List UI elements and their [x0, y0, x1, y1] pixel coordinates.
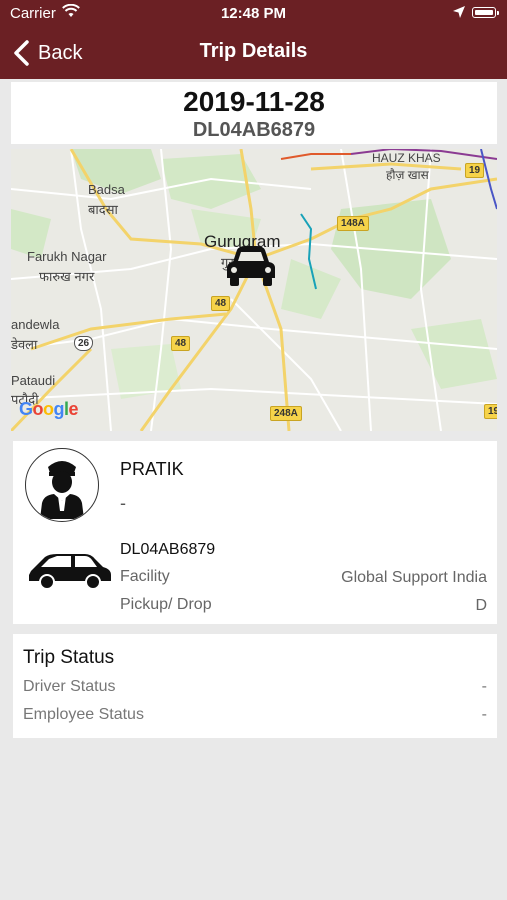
map-label-local: डेवला [11, 337, 38, 352]
map-label: Pataudi [11, 373, 56, 388]
car-icon [29, 554, 111, 590]
employee-status-label: Employee Status [23, 706, 144, 723]
map-label-local: बादसा [88, 202, 118, 217]
trip-date: 2019-11-28 [183, 86, 325, 117]
driver-card: PRATIK - DL04AB6879 Facility Global Supp… [13, 441, 497, 624]
back-button[interactable]: Back [12, 38, 82, 68]
road-shield: 148A [337, 216, 369, 231]
facility-value: Global Support India [341, 569, 487, 586]
clock: 12:48 PM [220, 5, 287, 22]
driver-phone: - [120, 493, 126, 513]
facility-label: Facility [120, 568, 170, 585]
driver-status-label: Driver Status [23, 678, 116, 695]
map-label-local: हौज़ खास [386, 168, 429, 182]
trip-header-card: 2019-11-28 DL04AB6879 [11, 82, 497, 144]
map-label-local: फारुख नगर [39, 269, 95, 284]
navigation-bar: Back Trip Details [0, 26, 507, 79]
road-shield: 19 [484, 404, 497, 419]
driver-avatar-icon [25, 448, 99, 522]
trip-status-card: Trip Status Driver Status - Employee Sta… [13, 634, 497, 738]
back-label: Back [38, 41, 83, 64]
road-shield: 248A [270, 406, 302, 421]
road-shield: 48 [211, 296, 231, 311]
chevron-left-icon [14, 40, 29, 66]
map-label: andewla [11, 317, 60, 332]
map-label: HAUZ KHAS [372, 151, 441, 165]
driver-name: PRATIK [120, 459, 184, 479]
trip-vehicle-number: DL04AB6879 [192, 119, 316, 141]
employee-status-value: - [481, 706, 487, 723]
battery-icon [472, 7, 499, 18]
vehicle-plate: DL04AB6879 [120, 541, 216, 558]
map-base [11, 149, 497, 431]
driver-status-value: - [481, 678, 487, 695]
pickup-drop-label: Pickup/ Drop [120, 596, 212, 613]
google-logo: Google [19, 399, 79, 419]
map-label: Badsa [88, 182, 125, 197]
map-label: Farukh Nagar [27, 249, 107, 264]
trip-map[interactable]: Badsa बादसा Farukh Nagar फारुख नगर andew… [11, 149, 497, 431]
car-marker-icon [227, 246, 275, 286]
road-shield: 48 [171, 336, 191, 351]
road-shield: 26 [74, 336, 94, 351]
road-shield: 19 [465, 163, 485, 178]
pickup-drop-value: D [475, 597, 487, 614]
trip-status-heading: Trip Status [23, 647, 115, 668]
location-arrow-icon [453, 6, 465, 18]
status-bar: Carrier 12:48 PM [0, 0, 507, 26]
